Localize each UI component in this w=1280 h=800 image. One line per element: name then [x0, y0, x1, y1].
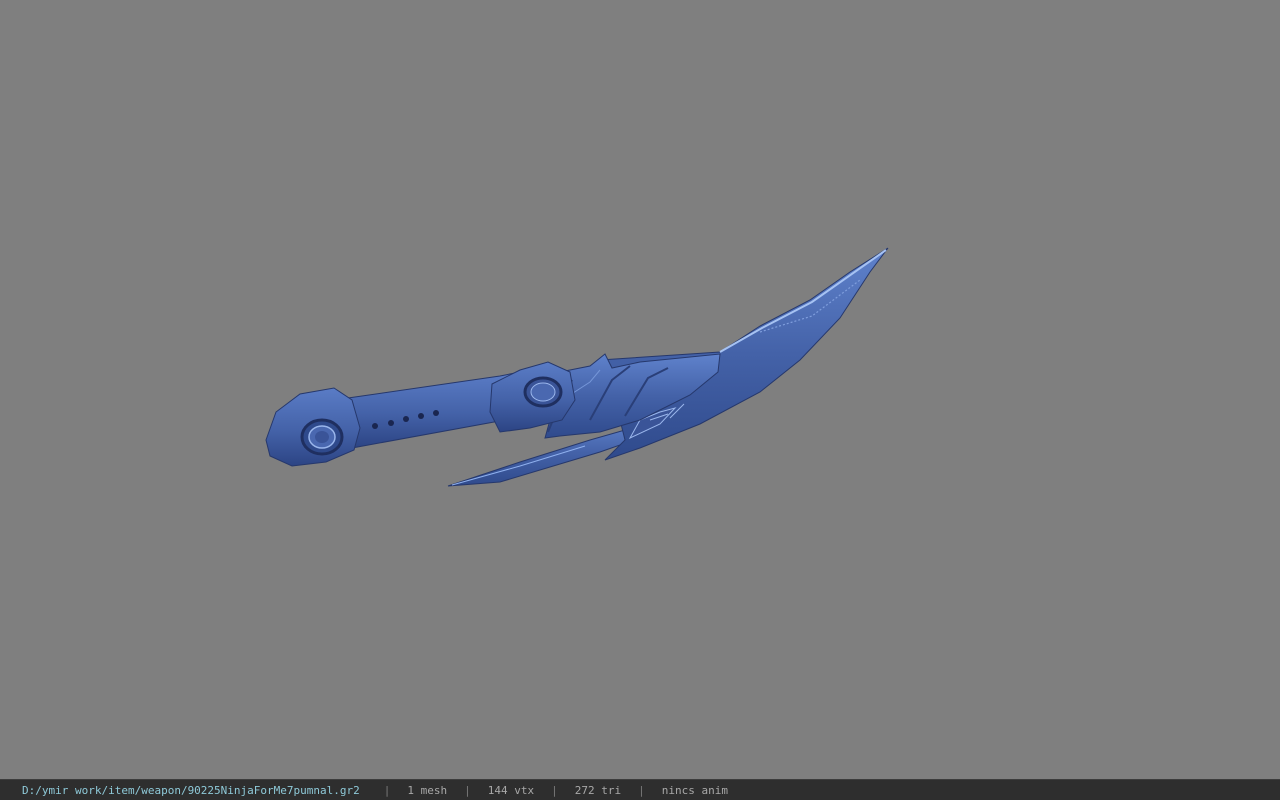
status-separator: |	[551, 783, 558, 797]
3d-viewport[interactable]	[0, 0, 1280, 779]
status-separator: |	[464, 783, 471, 797]
file-path: D:/ymir work/item/weapon/90225NinjaForMe…	[22, 783, 360, 797]
status-separator: |	[638, 783, 645, 797]
animation-status: nincs anim	[661, 783, 728, 797]
triangle-count: 272 tri	[574, 783, 622, 797]
mesh-count: 1 mesh	[407, 783, 448, 797]
status-separator: |	[383, 783, 391, 797]
vertex-count: 144 vtx	[487, 783, 535, 797]
dagger-model	[265, 247, 889, 487]
status-bar: D:/ymir work/item/weapon/90225NinjaForMe…	[0, 779, 1280, 800]
